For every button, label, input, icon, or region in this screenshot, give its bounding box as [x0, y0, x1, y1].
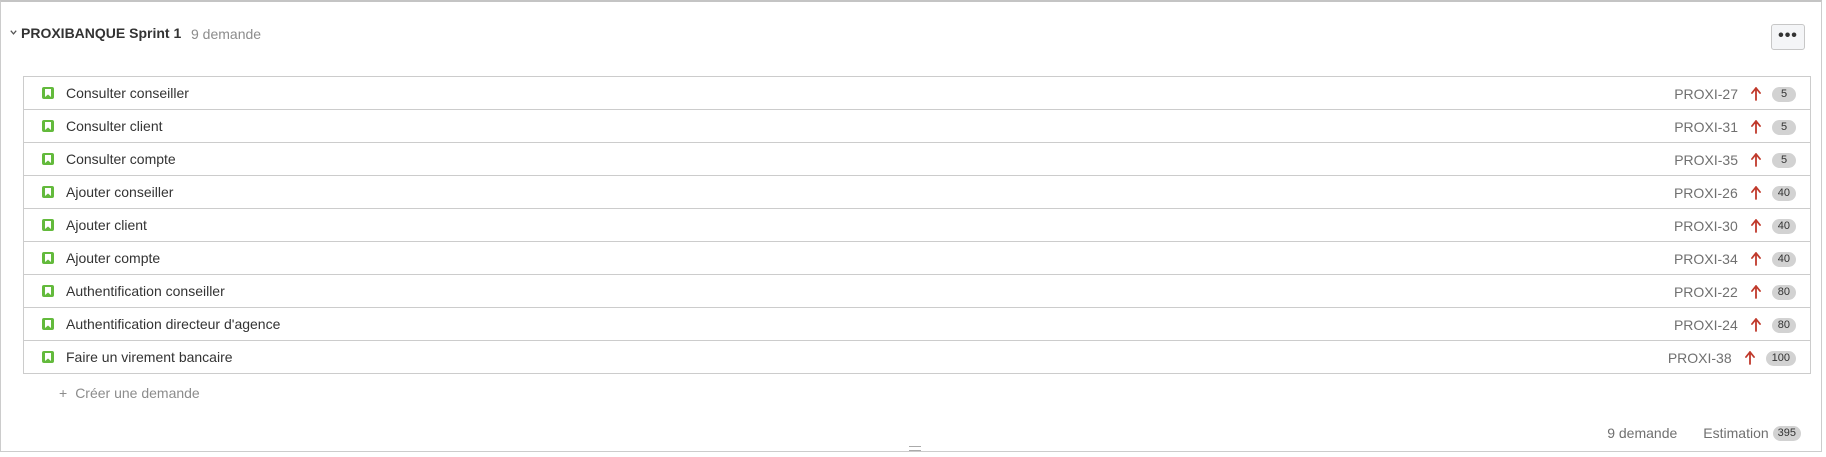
estimate-badge: 5 [1772, 119, 1796, 135]
issue-key[interactable]: PROXI-24 [1674, 317, 1738, 333]
story-bookmark-icon [42, 219, 54, 231]
issue-key[interactable]: PROXI-31 [1674, 119, 1738, 135]
issue-summary[interactable]: Consulter conseiller [66, 85, 189, 101]
priority-high-arrow-icon [1744, 351, 1755, 365]
issue-key[interactable]: PROXI-26 [1674, 185, 1738, 201]
estimate-badge: 5 [1772, 86, 1796, 102]
issue-key[interactable]: PROXI-34 [1674, 251, 1738, 267]
story-bookmark-icon [42, 318, 54, 330]
sprint-header: PROXIBANQUE Sprint 1 9 demande ••• [1, 2, 1821, 62]
story-bookmark-icon [42, 87, 54, 99]
issue-key[interactable]: PROXI-35 [1674, 152, 1738, 168]
priority-high-arrow-icon [1751, 153, 1761, 167]
priority-high-arrow-icon [1750, 186, 1761, 200]
issue-meta: PROXI-34 40 [1674, 250, 1796, 268]
more-actions-button[interactable]: ••• [1771, 24, 1805, 50]
issue-summary[interactable]: Ajouter client [66, 217, 147, 233]
estimate-badge: 40 [1771, 218, 1796, 234]
story-bookmark-icon [42, 351, 54, 363]
issue-summary[interactable]: Authentification conseiller [66, 283, 225, 299]
estimate-badge: 40 [1771, 185, 1796, 201]
priority-high-arrow-icon [1750, 318, 1761, 332]
issue-meta: PROXI-24 80 [1674, 316, 1796, 334]
issue-key[interactable]: PROXI-27 [1674, 86, 1738, 102]
issue-row[interactable]: Authentification directeur d'agence PROXI… [24, 308, 1810, 341]
chevron-down-icon[interactable] [9, 28, 18, 37]
estimate-badge: 5 [1772, 152, 1796, 168]
issue-row[interactable]: Ajouter compte PROXI-34 40 [24, 242, 1810, 275]
create-issue-link[interactable]: + Créer une demande [59, 385, 200, 401]
resize-handle[interactable] [909, 446, 921, 451]
issue-summary[interactable]: Consulter client [66, 118, 163, 134]
issue-list: Consulter conseiller PROXI-27 5 Consulter c… [23, 76, 1811, 374]
priority-high-arrow-icon [1750, 219, 1761, 233]
estimate-badge: 80 [1771, 317, 1796, 333]
issue-meta: PROXI-35 5 [1674, 151, 1796, 169]
priority-high-arrow-icon [1751, 120, 1761, 134]
footer-issue-count: 9 demande [1607, 425, 1678, 441]
story-bookmark-icon [42, 252, 54, 264]
issue-summary[interactable]: Consulter compte [66, 151, 176, 167]
story-bookmark-icon [42, 153, 54, 165]
plus-icon: + [59, 385, 68, 401]
issue-row[interactable]: Ajouter client PROXI-30 40 [24, 209, 1810, 242]
issue-row[interactable]: Ajouter conseiller PROXI-26 40 [24, 176, 1810, 209]
issue-key[interactable]: PROXI-22 [1674, 284, 1738, 300]
estimate-badge: 40 [1771, 251, 1796, 267]
footer-estimate-badge: 395 [1772, 425, 1801, 441]
issue-meta: PROXI-26 40 [1674, 184, 1796, 202]
priority-high-arrow-icon [1751, 87, 1761, 101]
issue-row[interactable]: Faire un virement bancaire PROXI-38 100 [24, 341, 1810, 374]
issue-summary[interactable]: Ajouter compte [66, 250, 160, 266]
sprint-issue-count: 9 demande [191, 26, 262, 42]
priority-high-arrow-icon [1750, 252, 1761, 266]
issue-meta: PROXI-30 40 [1674, 217, 1796, 235]
more-dots-icon: ••• [1778, 27, 1798, 44]
issue-meta: PROXI-27 5 [1674, 85, 1796, 103]
sprint-title[interactable]: PROXIBANQUE Sprint 1 [21, 25, 181, 41]
sprint-footer: 9 demande Estimation 395 [1607, 425, 1801, 441]
story-bookmark-icon [42, 120, 54, 132]
issue-meta: PROXI-38 100 [1668, 349, 1796, 367]
issue-row[interactable]: Consulter compte PROXI-35 5 [24, 143, 1810, 176]
issue-row[interactable]: Consulter client PROXI-31 5 [24, 110, 1810, 143]
issue-summary[interactable]: Authentification directeur d'agence [66, 316, 280, 332]
estimate-badge: 80 [1771, 284, 1796, 300]
create-issue-label: Créer une demande [75, 385, 200, 401]
issue-row[interactable]: Authentification conseiller PROXI-22 80 [24, 275, 1810, 308]
estimate-badge: 100 [1765, 350, 1796, 366]
issue-row[interactable]: Consulter conseiller PROXI-27 5 [24, 77, 1810, 110]
issue-summary[interactable]: Ajouter conseiller [66, 184, 173, 200]
story-bookmark-icon [42, 186, 54, 198]
issue-key[interactable]: PROXI-30 [1674, 218, 1738, 234]
priority-high-arrow-icon [1750, 285, 1761, 299]
footer-estimate-label: Estimation [1703, 425, 1769, 441]
issue-key[interactable]: PROXI-38 [1668, 350, 1732, 366]
sprint-container: PROXIBANQUE Sprint 1 9 demande ••• Consu… [0, 0, 1822, 452]
issue-summary[interactable]: Faire un virement bancaire [66, 349, 233, 365]
issue-meta: PROXI-22 80 [1674, 283, 1796, 301]
issue-meta: PROXI-31 5 [1674, 118, 1796, 136]
story-bookmark-icon [42, 285, 54, 297]
